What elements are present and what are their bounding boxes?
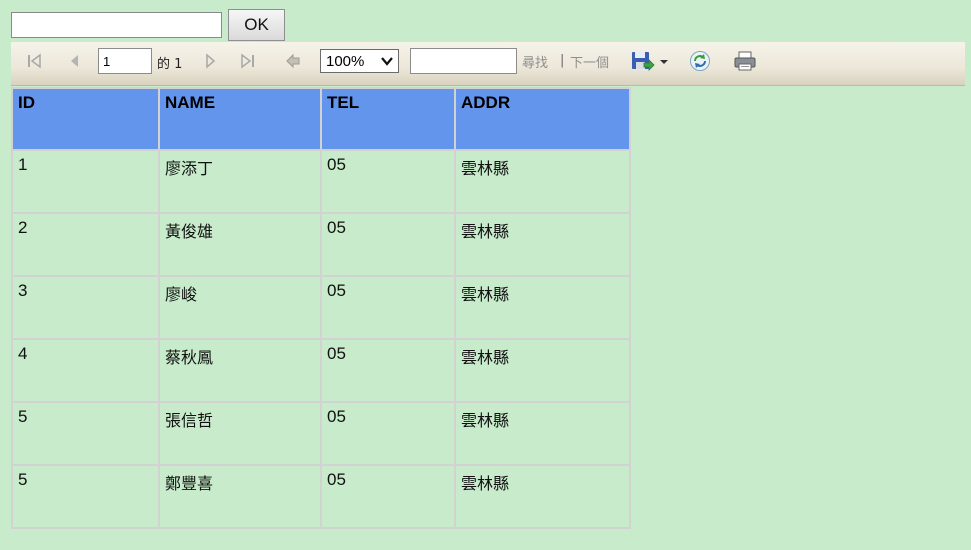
- save-export-icon[interactable]: [629, 49, 671, 73]
- current-page-input[interactable]: [98, 48, 152, 74]
- cell-name: 廖峻: [158, 275, 322, 340]
- cell-tel: 05: [320, 275, 456, 340]
- cell-id: 5: [11, 401, 160, 466]
- cell-tel: 05: [320, 149, 456, 214]
- cell-name: 張信哲: [158, 401, 322, 466]
- cell-id: 2: [11, 212, 160, 277]
- cell-id: 5: [11, 464, 160, 529]
- table-row: 4 蔡秋鳳 05 雲林縣: [11, 338, 631, 403]
- cell-addr: 雲林縣: [454, 275, 631, 340]
- table-row: 3 廖峻 05 雲林縣: [11, 275, 631, 340]
- cell-name: 鄭豐喜: [158, 464, 322, 529]
- cell-addr: 雲林縣: [454, 149, 631, 214]
- next-page-icon[interactable]: [202, 52, 218, 70]
- first-page-icon[interactable]: [25, 52, 45, 70]
- report-table: ID NAME TEL ADDR 1 廖添丁 05 雲林縣 2 黃俊雄 05 雲…: [11, 87, 631, 529]
- table-row: 5 張信哲 05 雲林縣: [11, 401, 631, 466]
- cell-tel: 05: [320, 401, 456, 466]
- cell-tel: 05: [320, 212, 456, 277]
- cell-addr: 雲林縣: [454, 338, 631, 403]
- zoom-select[interactable]: 100%: [320, 49, 399, 73]
- find-input[interactable]: [410, 48, 517, 74]
- cell-id: 4: [11, 338, 160, 403]
- find-next-link[interactable]: 下一個: [570, 52, 609, 71]
- cell-name: 黃俊雄: [158, 212, 322, 277]
- zoom-value: 100%: [326, 52, 365, 70]
- column-header-addr: ADDR: [454, 87, 631, 151]
- cell-id: 1: [11, 149, 160, 214]
- previous-page-icon[interactable]: [67, 52, 83, 70]
- last-page-icon[interactable]: [238, 52, 258, 70]
- chevron-down-icon: [380, 54, 394, 72]
- cell-id: 3: [11, 275, 160, 340]
- column-header-tel: TEL: [320, 87, 456, 151]
- back-icon[interactable]: [283, 52, 303, 70]
- table-row: 2 黃俊雄 05 雲林縣: [11, 212, 631, 277]
- parameter-input[interactable]: [11, 12, 222, 38]
- find-link[interactable]: 尋找: [522, 52, 548, 71]
- top-controls: OK: [11, 9, 285, 41]
- page-count-text: 的 1: [157, 57, 183, 72]
- refresh-icon[interactable]: [688, 49, 712, 73]
- cell-addr: 雲林縣: [454, 401, 631, 466]
- print-icon[interactable]: [732, 49, 758, 73]
- cell-addr: 雲林縣: [454, 212, 631, 277]
- column-header-name: NAME: [158, 87, 322, 151]
- cell-addr: 雲林縣: [454, 464, 631, 529]
- cell-tel: 05: [320, 338, 456, 403]
- table-row: 1 廖添丁 05 雲林縣: [11, 149, 631, 214]
- table-header-row: ID NAME TEL ADDR: [11, 87, 631, 151]
- cell-tel: 05: [320, 464, 456, 529]
- report-toolbar: 的 1 100% 尋找 | 下一個: [11, 42, 965, 86]
- column-header-id: ID: [11, 87, 160, 151]
- cell-name: 蔡秋鳳: [158, 338, 322, 403]
- ok-button[interactable]: OK: [228, 9, 285, 41]
- table-row: 5 鄭豐喜 05 雲林縣: [11, 464, 631, 529]
- cell-name: 廖添丁: [158, 149, 322, 214]
- toolbar-separator: |: [560, 53, 565, 68]
